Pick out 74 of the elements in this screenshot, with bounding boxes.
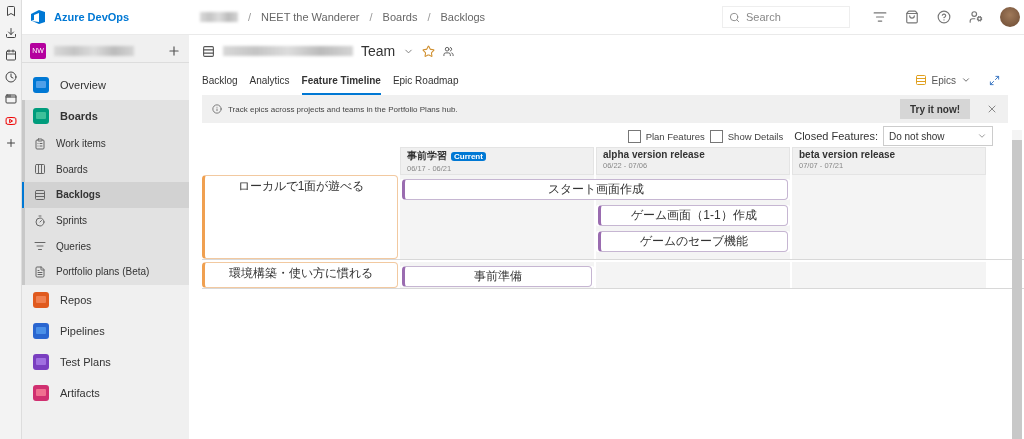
close-icon[interactable] [986, 103, 998, 115]
info-icon [212, 104, 222, 114]
expand-icon[interactable] [989, 74, 1000, 86]
nav-item[interactable]: Pipelines [25, 315, 189, 347]
blurred-text [200, 12, 238, 22]
checkbox[interactable] [627, 129, 641, 143]
level-picker[interactable]: Epics [914, 74, 1000, 86]
rows-icon [34, 189, 46, 201]
closed-features-dropdown[interactable]: Do not show [883, 126, 993, 146]
search-field[interactable]: Search [722, 6, 850, 28]
current-badge: Current [451, 151, 486, 161]
user-settings-icon[interactable] [969, 10, 983, 24]
calendar-icon[interactable] [3, 48, 18, 62]
bag-icon[interactable] [905, 10, 919, 24]
epic-card[interactable]: ローカルで1面が遊べる [202, 175, 398, 259]
breadcrumb-link[interactable]: NEET the Wanderer [261, 11, 360, 23]
search-placeholder: Search [746, 11, 781, 23]
people-icon[interactable] [443, 45, 455, 57]
backlog-icon [914, 74, 927, 86]
breadcrumb-separator: / [369, 11, 373, 23]
nav-subitem[interactable]: Queries [22, 233, 189, 259]
field-label: Closed Features: [794, 130, 878, 142]
plus-icon[interactable] [167, 43, 181, 58]
feature-card[interactable]: ゲーム画面（1-1）作成 [598, 205, 788, 226]
timer-icon [34, 214, 46, 227]
feature-card[interactable]: ゲームのセーブ機能 [598, 231, 788, 252]
nav-item[interactable]: Overview [25, 69, 189, 100]
iteration-name: beta version release [799, 149, 896, 160]
clipboard-icon [34, 137, 46, 150]
help-icon[interactable] [937, 10, 951, 24]
checkbox[interactable] [709, 129, 723, 143]
logo-icon [30, 10, 46, 24]
nav-item[interactable]: Artifacts [25, 377, 189, 409]
clock-icon[interactable] [3, 70, 18, 84]
columns-icon [34, 163, 46, 176]
list-icon[interactable] [873, 10, 887, 24]
checkbox-label: Show Details [727, 130, 784, 142]
video-icon[interactable] [3, 114, 18, 128]
nav-subitem[interactable]: Portfolio plans (Beta) [22, 258, 189, 285]
chevron-icon [961, 75, 971, 85]
download-icon[interactable] [3, 26, 18, 40]
breadcrumb-link[interactable]: Boards [382, 11, 418, 23]
nav-item[interactable]: Repos [25, 284, 189, 316]
scrollbar[interactable] [1012, 130, 1022, 439]
try-it-button[interactable]: Try it now! [900, 99, 970, 119]
banner-text: Track epics across projects and teams in the Portfolio Plans hub. [228, 104, 459, 114]
nav-item[interactable]: Test Plans [25, 346, 189, 378]
backlog-icon [202, 44, 215, 58]
star-icon[interactable] [422, 44, 436, 58]
checkbox-label: Plan Features [645, 130, 705, 142]
tab[interactable]: Backlog [202, 65, 238, 95]
brand-name: Azure DevOps [54, 11, 130, 23]
avatar[interactable] [1000, 7, 1020, 27]
window-icon[interactable] [3, 92, 18, 106]
filter-icon [34, 240, 46, 253]
tab[interactable]: Analytics [249, 65, 290, 95]
team-name[interactable]: Team [361, 43, 396, 59]
iteration-name: 事前学習 [407, 149, 447, 163]
epic-card[interactable]: 環境構築・使い方に慣れる [202, 262, 398, 288]
nav-subitem[interactable]: Boards [22, 156, 189, 183]
document-icon [34, 265, 46, 278]
breadcrumb-link[interactable]: Backlogs [440, 11, 486, 23]
iteration-name: alpha version release [603, 149, 705, 160]
chevron-icon [977, 131, 987, 141]
search-icon [729, 11, 740, 23]
breadcrumb-separator: / [427, 11, 431, 23]
nav-subitem[interactable]: Backlogs [22, 182, 189, 208]
feature-card[interactable]: 事前準備 [402, 266, 592, 287]
nav-item[interactable]: Boards [25, 100, 189, 131]
nav-subitem[interactable]: Work items [22, 131, 189, 157]
breadcrumb-separator: / [248, 11, 252, 23]
tab[interactable]: Epic Roadmap [392, 65, 459, 95]
nav-subitem[interactable]: Sprints [22, 207, 189, 234]
feature-card[interactable]: スタート画面作成 [402, 179, 788, 200]
